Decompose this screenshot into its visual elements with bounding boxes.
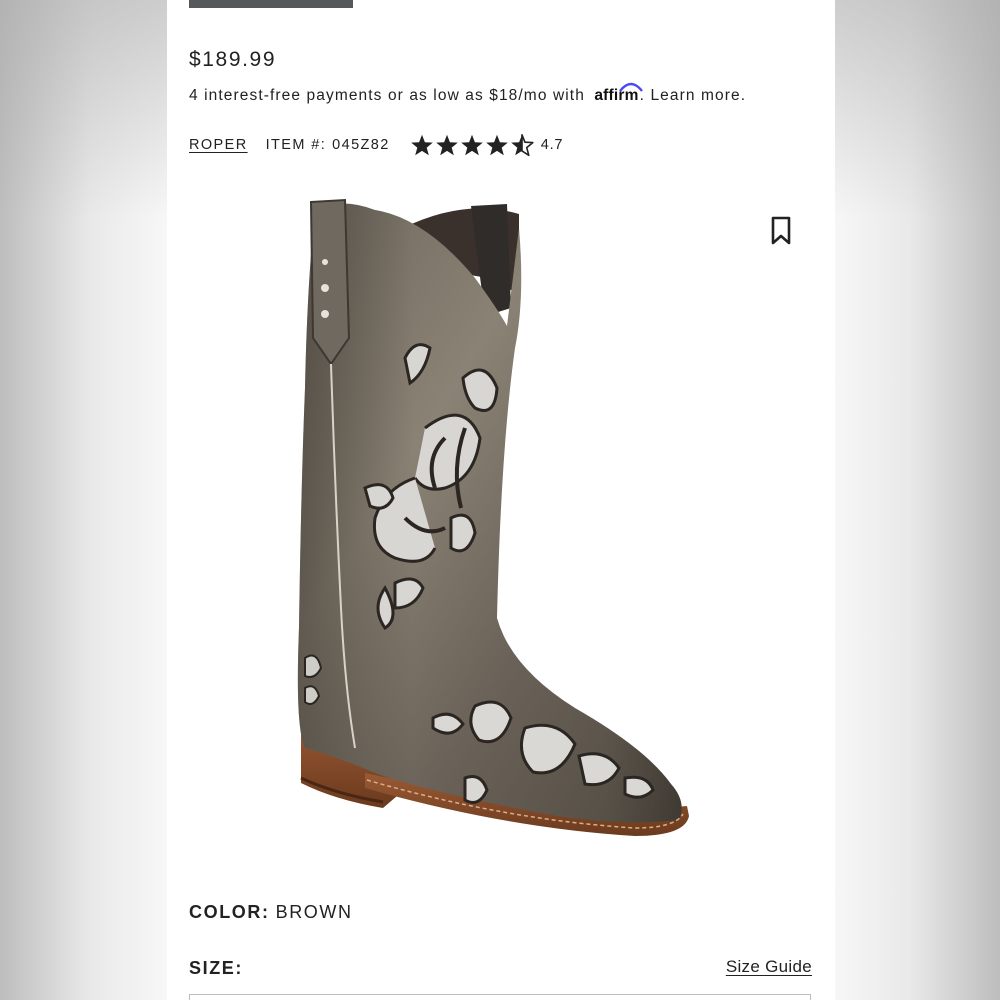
item-number-label: ITEM #: bbox=[265, 137, 327, 153]
add-to-cart-button-edge[interactable] bbox=[189, 0, 353, 8]
size-dropdown[interactable] bbox=[189, 994, 811, 1000]
star-icon bbox=[460, 134, 483, 155]
installment-text: 4 interest-free payments or as low as $1… bbox=[189, 87, 585, 104]
color-selector: COLOR: BROWN bbox=[189, 902, 353, 923]
item-number: 045Z82 bbox=[332, 137, 390, 153]
star-icon bbox=[410, 134, 433, 155]
learn-more-link[interactable]: Learn more. bbox=[650, 87, 746, 104]
bookmark-icon[interactable] bbox=[769, 216, 793, 246]
rating-stars[interactable] bbox=[410, 133, 535, 157]
product-meta: ROPER ITEM #: 045Z82 4.7 bbox=[189, 132, 563, 158]
star-icon bbox=[485, 134, 508, 155]
color-value: BROWN bbox=[275, 902, 353, 922]
product-price: $189.99 bbox=[189, 48, 277, 71]
star-icon bbox=[435, 134, 458, 155]
size-label: SIZE: bbox=[189, 958, 244, 978]
affirm-logo: affirm bbox=[594, 82, 644, 105]
brand-link[interactable]: ROPER bbox=[189, 137, 248, 153]
product-image-boot[interactable] bbox=[275, 188, 715, 888]
rating-value: 4.7 bbox=[540, 137, 564, 153]
color-label: COLOR: bbox=[189, 902, 270, 922]
size-guide-link[interactable]: Size Guide bbox=[726, 957, 812, 977]
affirm-arc-icon bbox=[619, 82, 644, 92]
half-star-icon bbox=[510, 133, 534, 156]
product-panel: $189.99 4 interest-free payments or as l… bbox=[167, 0, 835, 1000]
installment-message: 4 interest-free payments or as low as $1… bbox=[189, 82, 746, 105]
